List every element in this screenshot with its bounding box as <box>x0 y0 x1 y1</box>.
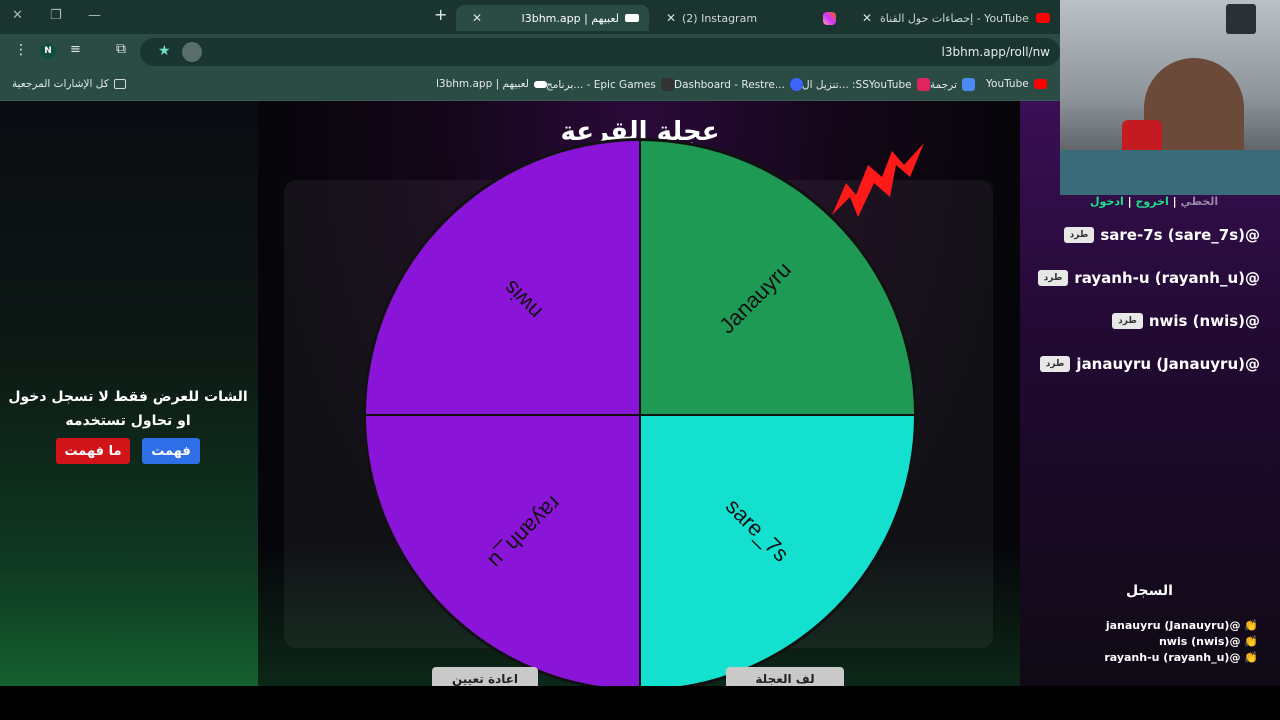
l3bhm-favicon-icon <box>625 14 639 22</box>
bookmark-star-icon[interactable]: ★ <box>158 43 171 59</box>
webcam-overlay <box>1060 0 1280 195</box>
bookmark-label: ترجمة <box>930 78 957 91</box>
minimize-window-icon[interactable]: — <box>88 8 101 23</box>
restore-window-icon[interactable]: ❐ <box>50 8 62 23</box>
profile-avatar[interactable]: N <box>40 43 56 59</box>
log-entry-text: rayanh-u (rayanh_u)@ <box>1104 651 1241 664</box>
url-text: l3bhm.app/roll/nw <box>941 45 1050 59</box>
bookmark-label: كل الإشارات المرجعية <box>12 78 109 90</box>
kick-button[interactable]: طرد <box>1112 313 1143 329</box>
reading-list-icon[interactable]: ≡ <box>70 42 81 57</box>
clap-icon: 👏 <box>1240 619 1258 632</box>
player-name: nwis (nwis)@ <box>1148 312 1260 330</box>
login-link[interactable]: ادخول <box>1090 195 1124 208</box>
close-tab-icon[interactable]: ✕ <box>472 11 482 25</box>
log-entry-text: janauyru (Janauyru)@ <box>1105 619 1241 632</box>
player-row: طرد rayanh-u (rayanh_u)@ <box>1037 266 1260 290</box>
close-tab-icon[interactable]: ✕ <box>666 11 676 25</box>
log-entry-text: nwis (nwis)@ <box>1158 635 1241 648</box>
tab-youtube-studio[interactable]: ✕ إحصاءات حول القناة - YouTube Studio <box>856 5 1060 31</box>
tab-l3bhm[interactable]: ✕ l3bhm.app | لعبيهم <box>456 5 649 31</box>
left-panel: الشات للعرض فقط لا تسجل دخول او تحاول تس… <box>0 101 258 686</box>
youtube-icon <box>1033 79 1047 89</box>
bookmark-translate[interactable]: ترجمة <box>930 78 975 91</box>
clap-icon: 👏 <box>1240 651 1258 664</box>
tab-instagram[interactable]: ✕ (2) Instagram <box>656 5 846 31</box>
bookmark-restream[interactable]: Dashboard - Restre... <box>674 78 803 91</box>
close-tab-icon[interactable]: ✕ <box>862 11 872 25</box>
kick-button[interactable]: طرد <box>1063 227 1095 243</box>
bottom-letterbox <box>0 686 1280 720</box>
wheel-segment-nwis <box>366 141 640 415</box>
close-window-icon[interactable]: ✕ <box>12 8 23 23</box>
bookmark-label: برنامج... - Epic Games <box>546 78 656 91</box>
streamer-shirt <box>1060 150 1280 195</box>
bookmark-ssyoutube[interactable]: تنزيل ال... :SSYouTube <box>802 78 930 91</box>
epic-games-icon <box>660 78 674 91</box>
player-name: janauyru (Janauyru)@ <box>1076 355 1260 373</box>
understood-button[interactable]: فهمت <box>142 438 200 464</box>
log-entry: nwis (nwis)@ 👏 <box>1159 635 1258 648</box>
restream-icon <box>789 78 803 91</box>
spin-button[interactable]: لف العجلة <box>726 667 844 686</box>
menu-dots-icon[interactable]: ⋮ <box>14 42 28 58</box>
log-entry: rayanh-u (rayanh_u)@ 👏 <box>1104 651 1258 664</box>
extensions-icon[interactable]: ⧉ <box>116 41 126 57</box>
screen-share-icon[interactable] <box>182 42 202 62</box>
bookmark-all[interactable]: كل الإشارات المرجعية <box>12 78 126 90</box>
kick-button[interactable]: طرد <box>1039 356 1071 372</box>
player-name: rayanh-u (rayanh_u)@ <box>1074 269 1260 287</box>
chat-notice: الشات للعرض فقط لا تسجل دخول او تحاول تس… <box>8 389 248 429</box>
not-understood-button[interactable]: ما فهمت <box>56 438 130 464</box>
youtube-favicon-icon <box>1036 13 1050 23</box>
bookmark-epic[interactable]: برنامج... - Epic Games <box>546 78 674 91</box>
bookmark-label: تنزيل ال... :SSYouTube <box>802 78 912 91</box>
player-row: طرد nwis (nwis)@ <box>1112 309 1260 333</box>
wall-shelf <box>1226 4 1256 34</box>
reset-button[interactable]: اعادة تعيين <box>432 667 538 686</box>
new-tab-icon[interactable]: + <box>434 5 447 24</box>
bookmark-label: l3bhm.app | لعبيهم <box>436 78 529 90</box>
tab-label: (2) Instagram <box>682 11 758 25</box>
folder-icon <box>113 79 126 89</box>
bookmark-label: Dashboard - Restre... <box>674 78 785 91</box>
tab-label: إحصاءات حول القناة - YouTube Studio <box>880 11 1032 25</box>
l3bhm-icon <box>533 80 547 88</box>
address-bar[interactable]: ★ l3bhm.app/roll/nw <box>140 38 1060 66</box>
translate-icon <box>961 78 975 91</box>
auth-links: الخطي | اخروج | ادخول <box>1090 195 1219 208</box>
instagram-favicon-icon <box>823 11 836 25</box>
wheel-pointer-icon <box>832 143 924 217</box>
kick-button[interactable]: طرد <box>1037 270 1069 286</box>
player-name: sare-7s (sare_7s)@ <box>1100 226 1260 244</box>
bookmark-youtube[interactable]: YouTube <box>986 78 1047 90</box>
player-row: طرد janauyru (Janauyru)@ <box>1039 352 1260 376</box>
auth-error: الخطي <box>1180 195 1219 208</box>
log-entry: janauyru (Janauyru)@ 👏 <box>1106 619 1258 632</box>
bookmark-l3bhm[interactable]: l3bhm.app | لعبيهم <box>436 78 547 90</box>
log-title: السجل <box>1126 583 1173 599</box>
player-row: طرد sare-7s (sare_7s)@ <box>1063 223 1260 247</box>
ssyoutube-icon <box>916 78 930 91</box>
logout-link[interactable]: اخروج <box>1136 195 1169 208</box>
bookmark-label: YouTube <box>986 78 1029 90</box>
clap-icon: 👏 <box>1240 635 1258 648</box>
tab-label: l3bhm.app | لعبيهم <box>521 11 619 25</box>
